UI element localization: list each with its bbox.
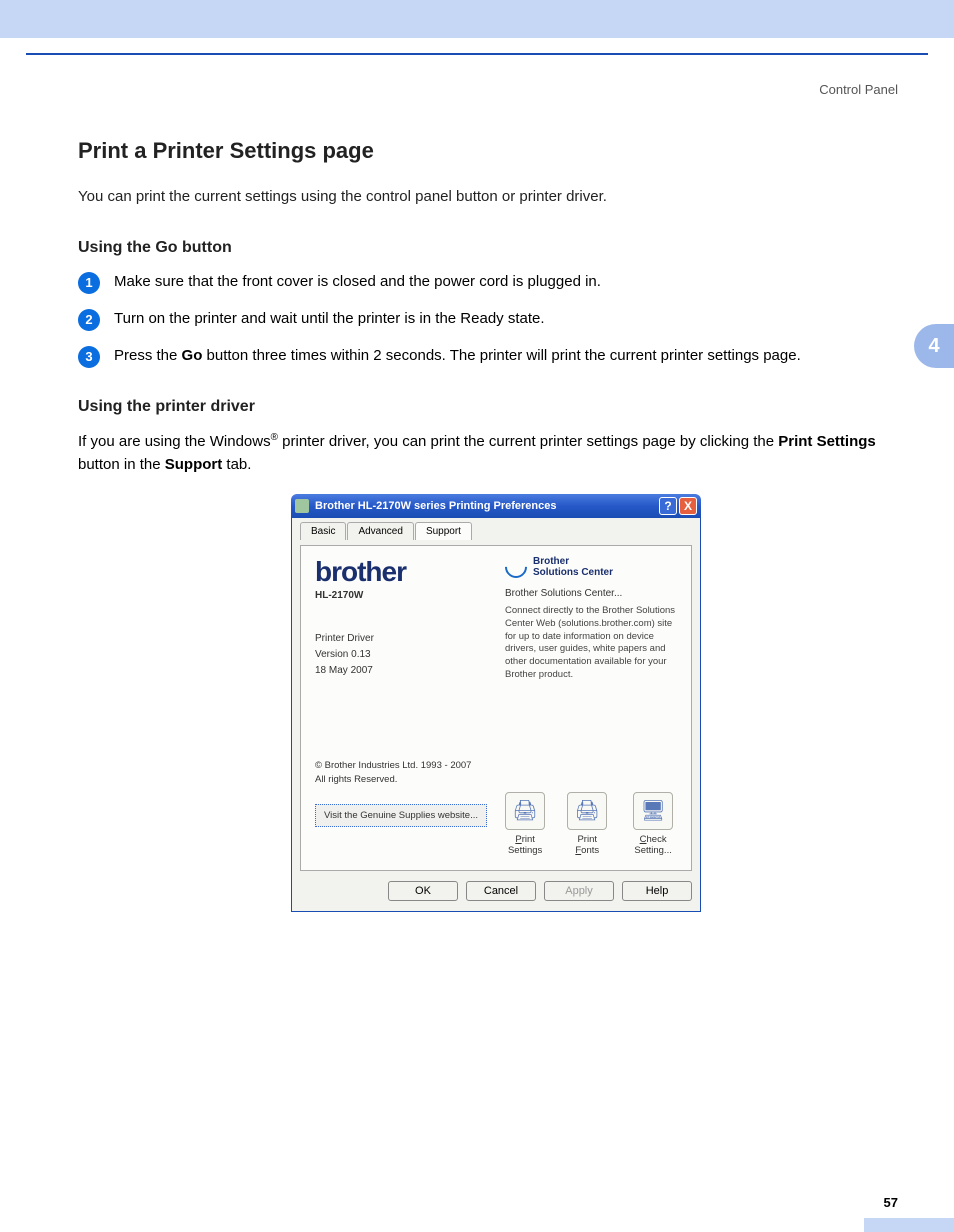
- print-settings-button[interactable]: 🖨 Print Settings: [505, 792, 545, 856]
- model-label: HL-2170W: [315, 590, 487, 601]
- footer-band: [864, 1218, 954, 1232]
- printer-fonts-icon: 🖨: [567, 792, 607, 830]
- support-right-column: Brother Solutions Center Brother Solutio…: [505, 556, 677, 856]
- dialog-button-row: OK Cancel Apply Help: [300, 881, 692, 901]
- titlebar-app-icon: [295, 499, 309, 513]
- intro-paragraph: You can print the current settings using…: [78, 186, 914, 209]
- top-band: [0, 0, 954, 38]
- copyright-text: © Brother Industries Ltd. 1993 - 2007 Al…: [315, 759, 487, 788]
- tab-basic[interactable]: Basic: [300, 522, 346, 540]
- genuine-supplies-button[interactable]: Visit the Genuine Supplies website...: [315, 804, 487, 827]
- solutions-center-logo: Brother Solutions Center: [505, 556, 677, 578]
- step-badge-1: 1: [78, 272, 100, 294]
- driver-paragraph: If you are using the Windows® printer dr…: [78, 430, 914, 477]
- page-content: Print a Printer Settings page You can pr…: [78, 138, 914, 912]
- step-badge-3: 3: [78, 346, 100, 368]
- dialog-body: Basic Advanced Support brother HL-2170W …: [291, 518, 701, 912]
- print-settings-label: rint Settings: [508, 834, 542, 856]
- support-action-row: 🖨 Print Settings 🖨 Print Fonts 🖥 Check S…: [505, 792, 677, 856]
- page-number: 57: [884, 1195, 898, 1210]
- support-panel: brother HL-2170W Printer Driver Version …: [300, 545, 692, 871]
- monitor-icon: 🖥: [633, 792, 673, 830]
- ok-button[interactable]: OK: [388, 881, 458, 901]
- printer-icon: 🖨: [505, 792, 545, 830]
- check-setting-button[interactable]: 🖥 Check Setting...: [629, 792, 677, 856]
- subheading-go-button: Using the Go button: [78, 239, 914, 257]
- apply-button[interactable]: Apply: [544, 881, 614, 901]
- support-left-column: brother HL-2170W Printer Driver Version …: [315, 556, 487, 856]
- driver-info: Printer Driver Version 0.13 18 May 2007: [315, 631, 487, 679]
- running-header: Control Panel: [819, 82, 898, 97]
- step-2: 2 Turn on the printer and wait until the…: [78, 308, 914, 331]
- step-badge-2: 2: [78, 309, 100, 331]
- step-3-text: Press the Go button three times within 2…: [114, 345, 801, 368]
- solutions-center-link[interactable]: Brother Solutions Center...: [505, 588, 677, 599]
- cancel-button[interactable]: Cancel: [466, 881, 536, 901]
- step-1: 1 Make sure that the front cover is clos…: [78, 271, 914, 294]
- step-3: 3 Press the Go button three times within…: [78, 345, 914, 368]
- solutions-swirl-icon: [500, 551, 531, 582]
- tab-support[interactable]: Support: [415, 522, 472, 540]
- titlebar-help-button[interactable]: ?: [659, 497, 677, 515]
- dialog-screenshot: Brother HL-2170W series Printing Prefere…: [291, 494, 701, 912]
- brother-logo: brother: [315, 556, 487, 588]
- step-1-text: Make sure that the front cover is closed…: [114, 271, 601, 294]
- tab-advanced[interactable]: Advanced: [347, 522, 413, 540]
- titlebar-close-button[interactable]: X: [679, 497, 697, 515]
- dialog-titlebar: Brother HL-2170W series Printing Prefere…: [291, 494, 701, 518]
- chapter-tab: 4: [914, 324, 954, 368]
- print-fonts-button[interactable]: 🖨 Print Fonts: [567, 792, 607, 856]
- step-2-text: Turn on the printer and wait until the p…: [114, 308, 545, 331]
- dialog-title: Brother HL-2170W series Printing Prefere…: [315, 500, 556, 512]
- page-title: Print a Printer Settings page: [78, 138, 914, 164]
- header-rule: [26, 53, 928, 55]
- subheading-printer-driver: Using the printer driver: [78, 398, 914, 416]
- help-button[interactable]: Help: [622, 881, 692, 901]
- solutions-center-description: Connect directly to the Brother Solution…: [505, 605, 677, 682]
- dialog-tabs: Basic Advanced Support: [300, 522, 692, 540]
